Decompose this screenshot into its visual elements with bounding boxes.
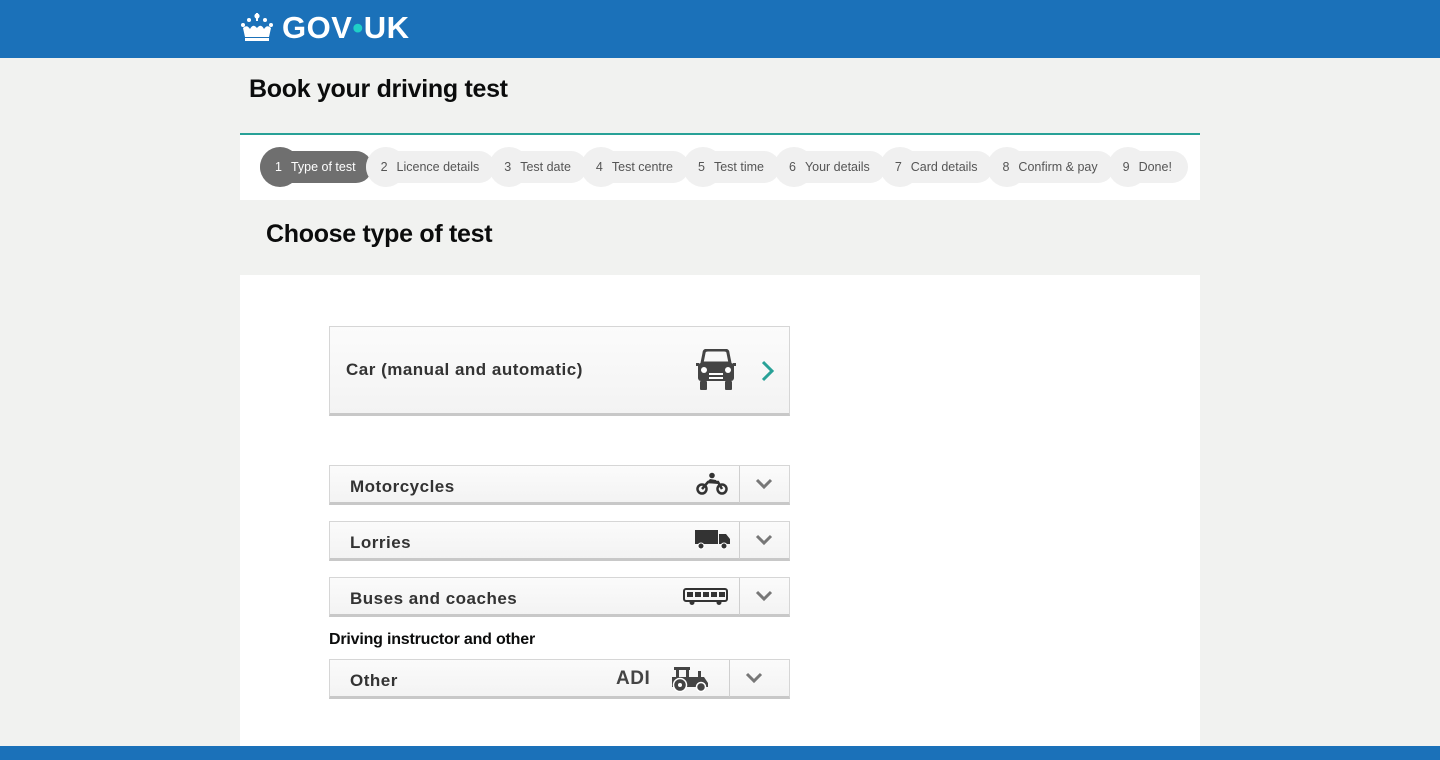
other-label: Other xyxy=(350,671,398,690)
other-section-heading: Driving instructor and other xyxy=(329,631,535,648)
step-label: Card details xyxy=(910,160,978,174)
buses-accordion[interactable]: Buses and coaches xyxy=(329,577,790,617)
accordion-divider xyxy=(739,466,740,503)
logo-dot: • xyxy=(352,10,364,45)
step-number: 8 xyxy=(1002,160,1010,174)
chevron-right-icon xyxy=(761,360,775,382)
chevron-down-icon[interactable] xyxy=(745,672,763,684)
step-label: Licence details xyxy=(396,160,480,174)
step-number: 3 xyxy=(504,160,512,174)
lorries-label: Lorries xyxy=(350,533,412,552)
adi-badge: ADI xyxy=(616,668,651,689)
step-label: Done! xyxy=(1138,160,1172,174)
step-number: 9 xyxy=(1122,160,1130,174)
govuk-logo[interactable]: GOV•UK xyxy=(240,8,410,48)
step-your-details: 6 Your details xyxy=(773,147,886,187)
other-accordion[interactable]: Other ADI xyxy=(329,659,790,699)
step-licence-details: 2 Licence details xyxy=(365,147,496,187)
step-label: Test date xyxy=(520,160,571,174)
step-number: 1 xyxy=(275,160,282,174)
chevron-down-icon[interactable] xyxy=(755,590,773,602)
section-header: Choose type of test xyxy=(240,200,1200,275)
car-option-label: Car (manual and automatic) xyxy=(346,360,583,379)
step-test-date: 3 Test date xyxy=(489,147,587,187)
motorcycle-icon xyxy=(696,472,728,495)
section-title: Choose type of test xyxy=(266,220,493,248)
chevron-down-icon[interactable] xyxy=(755,478,773,490)
logo-text-right: UK xyxy=(363,10,410,45)
crown-icon xyxy=(241,13,273,41)
tractor-icon xyxy=(672,667,708,693)
motorcycles-accordion[interactable]: Motorcycles xyxy=(329,465,790,505)
step-label: Your details xyxy=(804,160,870,174)
buses-label: Buses and coaches xyxy=(350,589,518,608)
step-type-of-test: 1 Type of test xyxy=(260,147,372,187)
step-test-centre: 4 Test centre xyxy=(580,147,690,187)
car-icon xyxy=(696,349,736,390)
step-test-time: 5 Test time xyxy=(683,147,780,187)
progress-steps: 1 Type of test 2 Licence details 3 Test dat… xyxy=(260,147,1188,187)
footer-bar xyxy=(0,746,1440,760)
step-confirm-pay: 8 Confirm & pay xyxy=(987,147,1114,187)
bus-icon xyxy=(683,588,728,605)
site-header: GOV•UK xyxy=(0,0,1440,58)
step-number: 4 xyxy=(595,160,603,174)
page-title: Book your driving test xyxy=(249,75,508,103)
motorcycles-label: Motorcycles xyxy=(350,477,455,496)
step-label: Confirm & pay xyxy=(1018,160,1098,174)
chevron-down-icon[interactable] xyxy=(755,534,773,546)
step-number: 6 xyxy=(788,160,796,174)
car-test-option[interactable]: Car (manual and automatic) xyxy=(329,326,790,416)
accordion-divider xyxy=(729,660,730,697)
booking-panel: 1 Type of test 2 Licence details 3 Test dat… xyxy=(240,133,1200,760)
step-number: 7 xyxy=(894,160,902,174)
accordion-divider xyxy=(739,522,740,559)
step-number: 2 xyxy=(380,160,388,174)
lorry-icon xyxy=(695,530,730,550)
step-label: Test centre xyxy=(611,160,674,174)
step-number: 5 xyxy=(698,160,705,174)
step-card-details: 7 Card details xyxy=(879,147,994,187)
step-label: Type of test xyxy=(290,160,356,174)
step-label: Test time xyxy=(713,160,764,174)
step-done: 9 Done! xyxy=(1107,147,1188,187)
logo-text-left: GOV xyxy=(282,10,353,45)
accordion-divider xyxy=(739,578,740,615)
lorries-accordion[interactable]: Lorries xyxy=(329,521,790,561)
